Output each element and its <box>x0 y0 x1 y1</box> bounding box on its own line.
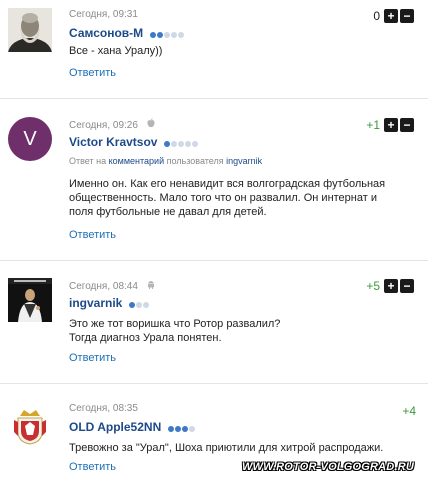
comment-meta: Сегодня, 08:44 <box>69 279 155 292</box>
comment-text: Тревожно за "Урал", Шоха приютили для хи… <box>69 442 384 454</box>
reply-comment-link[interactable]: комментарий <box>109 156 164 166</box>
vote-down-button[interactable]: − <box>400 118 414 132</box>
vote-controls: 0 + − <box>373 9 414 23</box>
author-name[interactable]: Самсонов-М <box>69 26 185 41</box>
apple-icon <box>147 118 155 131</box>
comment-time: Сегодня, 09:31 <box>69 9 138 20</box>
comment-meta: Сегодня, 09:26 <box>69 118 155 131</box>
avatar[interactable] <box>8 278 52 322</box>
user-rating-dots <box>167 421 196 435</box>
author-name[interactable]: ingvarnik <box>69 296 150 311</box>
vote-score: 0 <box>373 9 380 23</box>
vote-score: +5 <box>366 279 380 293</box>
author-name[interactable]: OLD Apple52NN <box>69 420 196 435</box>
vote-controls: +1 + − <box>366 118 414 132</box>
author-name[interactable]: Victor Kravtsov <box>69 135 199 150</box>
vote-up-button[interactable]: + <box>384 279 398 293</box>
author-name-text[interactable]: OLD Apple52NN <box>69 420 161 434</box>
divider <box>0 260 428 261</box>
vote-up-button[interactable]: + <box>384 9 398 23</box>
avatar[interactable] <box>8 402 52 446</box>
comment-text: Именно он. Как его ненавидит вся волгогр… <box>69 178 386 218</box>
comment-time: Сегодня, 09:26 <box>69 120 138 131</box>
user-rating-dots <box>149 27 185 41</box>
vote-down-button[interactable]: − <box>400 9 414 23</box>
comment-time: Сегодня, 08:35 <box>69 403 138 414</box>
vote-down-button[interactable]: − <box>400 279 414 293</box>
avatar[interactable]: V <box>8 117 52 161</box>
vote-up-button[interactable]: + <box>384 118 398 132</box>
reply-button[interactable]: Ответить <box>69 229 116 241</box>
author-name-text[interactable]: Victor Kravtsov <box>69 135 157 149</box>
reply-user-link[interactable]: ingvarnik <box>226 156 262 166</box>
author-name-text[interactable]: ingvarnik <box>69 296 122 310</box>
site-watermark: WWW.ROTOR-VOLGOGRAD.RU <box>241 461 414 473</box>
vote-score: +1 <box>366 118 380 132</box>
android-icon <box>147 279 155 292</box>
comment-text: Это же тот воришка что Ротор развалил? Т… <box>69 318 281 344</box>
comment-time: Сегодня, 08:44 <box>69 281 138 292</box>
reply-button[interactable]: Ответить <box>69 461 116 473</box>
reply-to-line: Ответ на комментарий пользователя ingvar… <box>69 156 263 166</box>
author-name-text[interactable]: Самсонов-М <box>69 26 143 40</box>
vote-score: +4 <box>402 404 416 418</box>
divider <box>0 98 428 99</box>
user-rating-dots <box>163 136 199 150</box>
user-rating-dots <box>128 297 150 311</box>
avatar[interactable] <box>8 8 52 52</box>
divider <box>0 383 428 384</box>
vote-controls: +4 <box>402 404 418 418</box>
comment-text: Все - хана Уралу)) <box>69 45 163 57</box>
reply-button[interactable]: Ответить <box>69 67 116 79</box>
reply-button[interactable]: Ответить <box>69 352 116 364</box>
vote-controls: +5 + − <box>366 279 414 293</box>
